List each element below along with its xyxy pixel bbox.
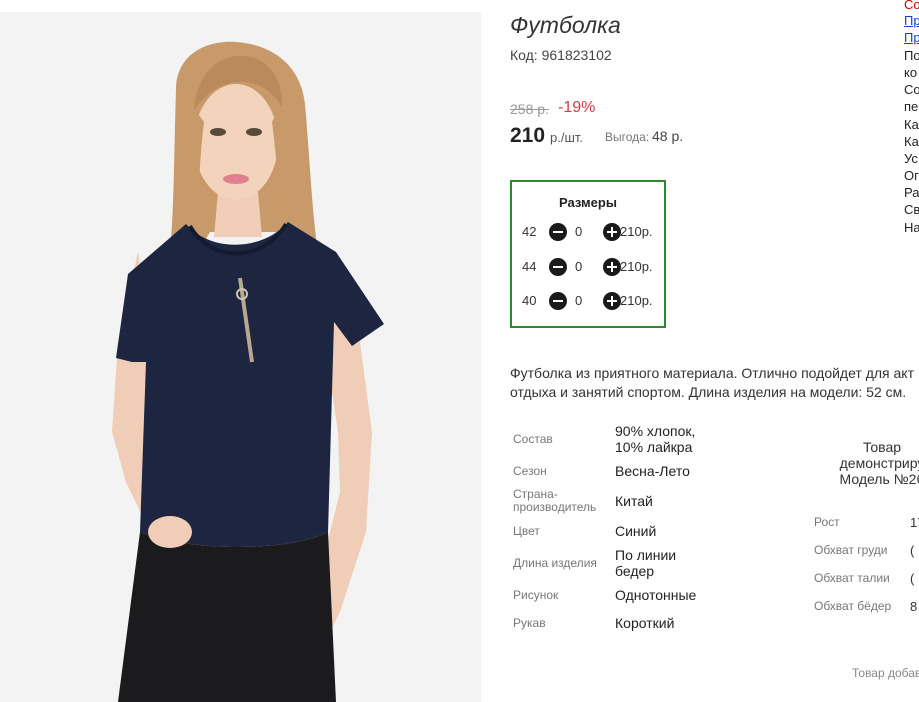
side-link[interactable]: Св [904,202,919,217]
spec-value: 90% хлопок, 10% лайкра [615,423,696,455]
model-heading: Товар демонстриру Модель №2б [820,439,919,487]
spec-label: Состав [513,432,553,446]
model-heading-line: Модель №2б [839,471,919,487]
spec-value: Весна-Лето [615,463,690,479]
benefit-value: 48 р. [652,128,684,144]
size-value: 42 [522,224,537,239]
increase-qty-button[interactable] [603,223,621,241]
spec-label: Длина изделия [513,556,597,570]
description-line: Футболка из приятного материала. Отлично… [510,365,915,381]
size-price: 210р. [620,224,653,239]
side-link[interactable]: Со [904,82,919,97]
discount-badge: -19% [558,99,596,116]
side-link[interactable]: На [904,220,919,235]
size-price: 210р. [620,259,653,274]
side-link[interactable]: Ра [904,185,919,200]
model-param-label: Рост [814,515,840,529]
spec-value: По линии бедер [615,547,677,579]
old-price: 258 р. [510,101,549,117]
spec-value: Китай [615,493,653,509]
model-param-value: 8 [910,599,918,614]
size-value: 44 [522,259,537,274]
decrease-qty-button[interactable] [549,258,567,276]
model-param-value: ( [910,543,915,558]
size-quantity: 0 [575,224,583,239]
description-line: отдыха и занятий спортом. Длина изделия … [510,384,907,400]
decrease-qty-button[interactable] [549,292,567,310]
side-link[interactable]: Со [904,0,919,12]
side-link[interactable]: Ус [904,151,918,166]
model-param-label: Обхват бёдер [814,599,892,613]
current-price: 210 [510,124,546,147]
model-param-value: 17 [910,515,919,530]
decrease-qty-button[interactable] [549,223,567,241]
product-code: Код: 961823102 [510,47,612,63]
size-value: 40 [522,293,537,308]
increase-qty-button[interactable] [603,258,621,276]
spec-label: Цвет [513,524,540,538]
side-link[interactable]: ко [904,65,917,80]
size-quantity: 0 [575,293,583,308]
added-note: Товар добав [852,666,919,680]
model-heading-line: Товар [862,439,902,455]
model-param-label: Обхват талии [814,571,890,585]
side-link[interactable]: Ка [904,117,919,132]
model-heading-line: демонстриру [839,455,919,471]
sizes-panel: Размеры 42 0 210р. 44 0 210р. 40 0 210р. [510,180,666,328]
spec-label: Рисунок [513,588,559,602]
spec-label: Сезон [513,464,547,478]
product-title: Футболка [510,12,621,38]
model-param-value: ( [910,571,915,586]
side-link[interactable]: Пр [904,30,919,45]
spec-label: Страна- производитель [513,487,597,514]
product-description: Футболка из приятного материала. Отлично… [510,364,919,402]
price-unit: р./шт. [550,130,584,145]
spec-value: Синий [615,523,657,539]
size-price: 210р. [620,293,653,308]
side-link[interactable]: пе [904,99,918,114]
increase-qty-button[interactable] [603,292,621,310]
model-param-label: Обхват груди [814,543,888,557]
model-illustration [0,12,481,702]
spec-value: Однотонные [615,587,697,603]
size-quantity: 0 [575,259,583,274]
side-link[interactable]: Ка [904,134,919,149]
sizes-title: Размеры [559,195,617,210]
benefit-label: Выгода: [605,130,650,144]
side-link[interactable]: Пр [904,13,919,28]
spec-label: Рукав [513,616,546,630]
spec-value: Короткий [615,615,675,631]
product-photo[interactable] [0,12,481,702]
side-link[interactable]: Ог [904,168,919,183]
side-link[interactable]: По [904,48,919,63]
